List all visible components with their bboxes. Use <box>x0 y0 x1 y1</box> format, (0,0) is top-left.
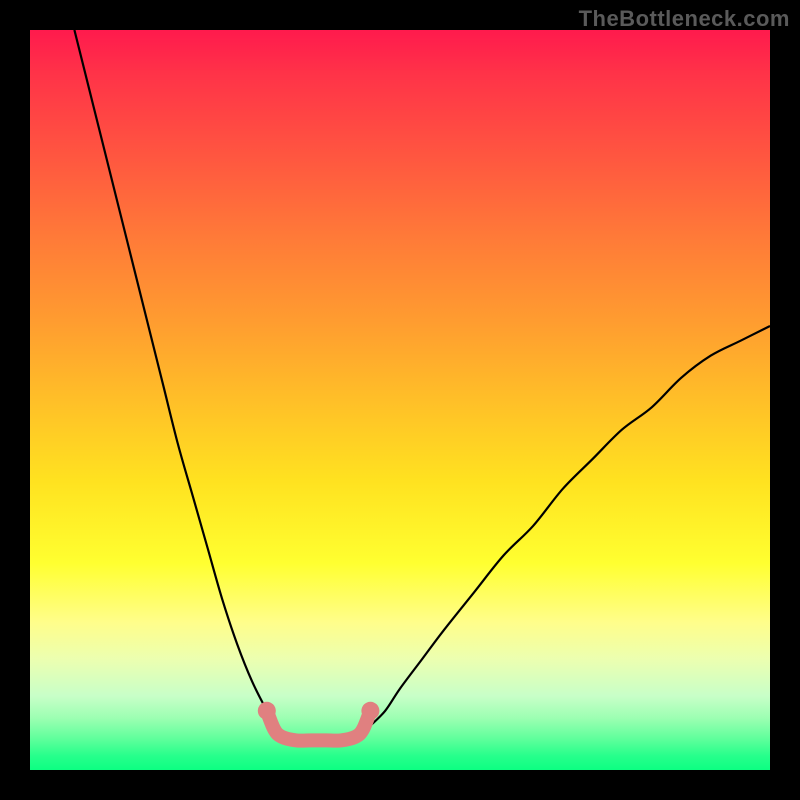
chart-frame: TheBottleneck.com <box>0 0 800 800</box>
watermark-text: TheBottleneck.com <box>579 6 790 32</box>
heat-gradient-background <box>30 30 770 770</box>
plot-area <box>30 30 770 770</box>
